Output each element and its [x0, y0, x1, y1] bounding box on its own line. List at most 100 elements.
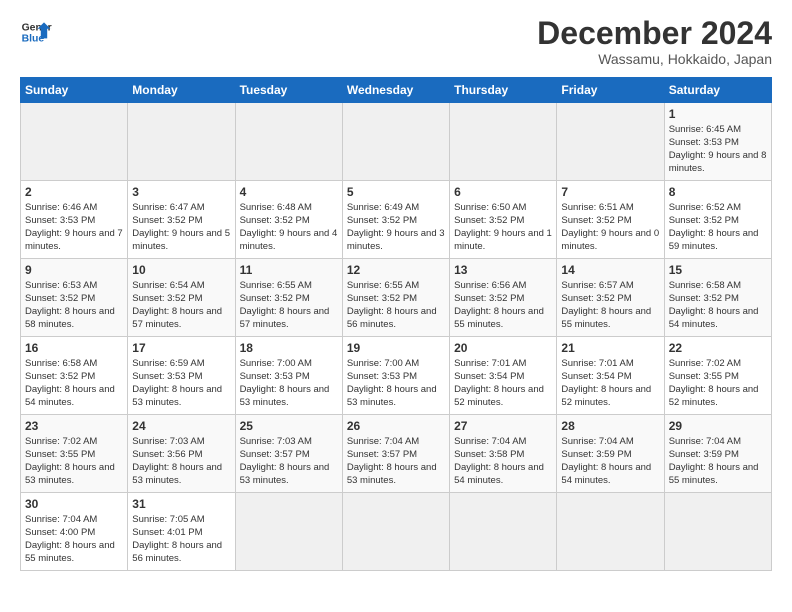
calendar-cell: 20 Sunrise: 7:01 AM Sunset: 3:54 PM Dayligh…: [450, 337, 557, 415]
sunrise-text: Sunrise: 6:47 AM: [132, 202, 204, 213]
calendar-cell: 28Sunrise: 7:04 AMSunset: 3:59 PMDayligh…: [557, 415, 664, 493]
sunset-text: Sunset: 3:52 PM: [669, 215, 739, 226]
sunrise-text: Sunrise: 6:55 AM: [240, 280, 312, 291]
day-number: 15: [669, 262, 767, 278]
sunrise-text: Sunrise: 6:54 AM: [132, 280, 204, 291]
sunset-text: Sunset: 3:59 PM: [561, 449, 631, 460]
sunrise-text: Sunrise: 6:51 AM: [561, 202, 633, 213]
sunrise-text: Sunrise: 6:56 AM: [454, 280, 526, 291]
calendar-cell: 24Sunrise: 7:03 AMSunset: 3:56 PMDayligh…: [128, 415, 235, 493]
daylight-text: Daylight: 8 hours and 55 minutes.: [669, 462, 759, 486]
calendar-week-2: 2Sunrise: 6:46 AMSunset: 3:53 PMDaylight…: [21, 181, 772, 259]
calendar-week-3: 9Sunrise: 6:53 AMSunset: 3:52 PMDaylight…: [21, 259, 772, 337]
logo: General Blue: [20, 16, 52, 48]
sunrise-text: Sunrise: 7:03 AM: [240, 436, 312, 447]
day-number: 20: [454, 340, 552, 356]
sunset-text: Sunset: 3:53 PM: [25, 215, 95, 226]
sunset-text: Sunset: 3:53 PM: [240, 371, 310, 382]
calendar-cell: 18Sunrise: 7:00 AMSunset: 3:53 PMDayligh…: [235, 337, 342, 415]
daylight-text: Daylight: 8 hours and 53 minutes.: [132, 462, 222, 486]
header-row: Sunday Monday Tuesday Wednesday Thursday…: [21, 78, 772, 103]
sunrise-text: Sunrise: 7:03 AM: [132, 436, 204, 447]
calendar-week-5: 23Sunrise: 7:02 AMSunset: 3:55 PMDayligh…: [21, 415, 772, 493]
sunrise-text: Sunrise: 7:01 AM: [561, 358, 633, 369]
calendar-table: Sunday Monday Tuesday Wednesday Thursday…: [20, 77, 772, 571]
calendar-cell: 9Sunrise: 6:53 AMSunset: 3:52 PMDaylight…: [21, 259, 128, 337]
sunset-text: Sunset: 3:54 PM: [454, 371, 524, 382]
day-number: 5: [347, 184, 445, 200]
day-number: 6: [454, 184, 552, 200]
calendar-week-4: 16Sunrise: 6:58 AMSunset: 3:52 PMDayligh…: [21, 337, 772, 415]
calendar-body: 1Sunrise: 6:45 AMSunset: 3:53 PMDaylight…: [21, 103, 772, 571]
daylight-text: Daylight: 8 hours and 58 minutes.: [25, 306, 115, 330]
daylight-text: Daylight: 8 hours and 56 minutes.: [132, 540, 222, 564]
title-area: December 2024 Wassamu, Hokkaido, Japan: [537, 16, 772, 67]
sunrise-text: Sunrise: 7:04 AM: [25, 514, 97, 525]
sunrise-text: Sunrise: 6:58 AM: [25, 358, 97, 369]
day-number: 12: [347, 262, 445, 278]
sunset-text: Sunset: 3:58 PM: [454, 449, 524, 460]
daylight-text: Daylight: 8 hours and 57 minutes.: [132, 306, 222, 330]
calendar-cell: [235, 103, 342, 181]
daylight-text: Daylight: 8 hours and 59 minutes.: [669, 228, 759, 252]
daylight-text: Daylight: 8 hours and 56 minutes.: [347, 306, 437, 330]
day-number: 25: [240, 418, 338, 434]
calendar-cell: 6Sunrise: 6:50 AMSunset: 3:52 PMDaylight…: [450, 181, 557, 259]
calendar-cell: [664, 493, 771, 571]
day-number: 7: [561, 184, 659, 200]
daylight-text: Daylight: 8 hours and 52 minutes.: [454, 384, 544, 408]
calendar-cell: 7Sunrise: 6:51 AMSunset: 3:52 PMDaylight…: [557, 181, 664, 259]
sunrise-text: Sunrise: 7:04 AM: [669, 436, 741, 447]
sunset-text: Sunset: 3:52 PM: [132, 215, 202, 226]
daylight-text: Daylight: 8 hours and 55 minutes.: [25, 540, 115, 564]
calendar-cell: 12Sunrise: 6:55 AMSunset: 3:52 PMDayligh…: [342, 259, 449, 337]
col-sunday: Sunday: [21, 78, 128, 103]
calendar-cell: [342, 103, 449, 181]
sunrise-text: Sunrise: 7:01 AM: [454, 358, 526, 369]
sunrise-text: Sunrise: 7:04 AM: [561, 436, 633, 447]
header: General Blue December 2024 Wassamu, Hokk…: [20, 16, 772, 67]
sunrise-text: Sunrise: 6:55 AM: [347, 280, 419, 291]
daylight-text: Daylight: 8 hours and 53 minutes.: [347, 462, 437, 486]
calendar-cell: [450, 103, 557, 181]
calendar-cell: [21, 103, 128, 181]
calendar-cell: 3Sunrise: 6:47 AMSunset: 3:52 PMDaylight…: [128, 181, 235, 259]
daylight-text: Daylight: 8 hours and 53 minutes.: [240, 384, 330, 408]
calendar-cell: 16Sunrise: 6:58 AMSunset: 3:52 PMDayligh…: [21, 337, 128, 415]
sunrise-text: Sunrise: 6:49 AM: [347, 202, 419, 213]
sunset-text: Sunset: 3:52 PM: [25, 293, 95, 304]
day-number: 9: [25, 262, 123, 278]
sunset-text: Sunset: 3:52 PM: [240, 215, 310, 226]
sunrise-text: Sunrise: 6:46 AM: [25, 202, 97, 213]
daylight-text: Daylight: 9 hours and 7 minutes.: [25, 228, 123, 252]
daylight-text: Daylight: 9 hours and 1 minute.: [454, 228, 552, 252]
sunset-text: Sunset: 3:52 PM: [669, 293, 739, 304]
daylight-text: Daylight: 8 hours and 54 minutes.: [25, 384, 115, 408]
logo-icon: General Blue: [20, 16, 52, 48]
month-title: December 2024: [537, 16, 772, 51]
calendar-page: General Blue December 2024 Wassamu, Hokk…: [0, 0, 792, 581]
calendar-cell: [557, 493, 664, 571]
calendar-cell: 29Sunrise: 7:04 AMSunset: 3:59 PMDayligh…: [664, 415, 771, 493]
sunrise-text: Sunrise: 7:04 AM: [454, 436, 526, 447]
day-number: 30: [25, 496, 123, 512]
calendar-cell: [342, 493, 449, 571]
day-number: 16: [25, 340, 123, 356]
calendar-cell: [235, 493, 342, 571]
sunset-text: Sunset: 3:52 PM: [347, 215, 417, 226]
daylight-text: Daylight: 8 hours and 55 minutes.: [561, 306, 651, 330]
calendar-cell: [128, 103, 235, 181]
day-number: 18: [240, 340, 338, 356]
sunrise-text: Sunrise: 6:45 AM: [669, 124, 741, 135]
day-number: 4: [240, 184, 338, 200]
sunrise-text: Sunrise: 7:02 AM: [669, 358, 741, 369]
calendar-cell: 4Sunrise: 6:48 AMSunset: 3:52 PMDaylight…: [235, 181, 342, 259]
calendar-cell: 30Sunrise: 7:04 AMSunset: 4:00 PMDayligh…: [21, 493, 128, 571]
day-number: 17: [132, 340, 230, 356]
col-thursday: Thursday: [450, 78, 557, 103]
sunrise-text: Sunrise: 6:50 AM: [454, 202, 526, 213]
sunrise-text: Sunrise: 6:48 AM: [240, 202, 312, 213]
calendar-cell: 17Sunrise: 6:59 AMSunset: 3:53 PMDayligh…: [128, 337, 235, 415]
col-friday: Friday: [557, 78, 664, 103]
sunrise-text: Sunrise: 6:52 AM: [669, 202, 741, 213]
